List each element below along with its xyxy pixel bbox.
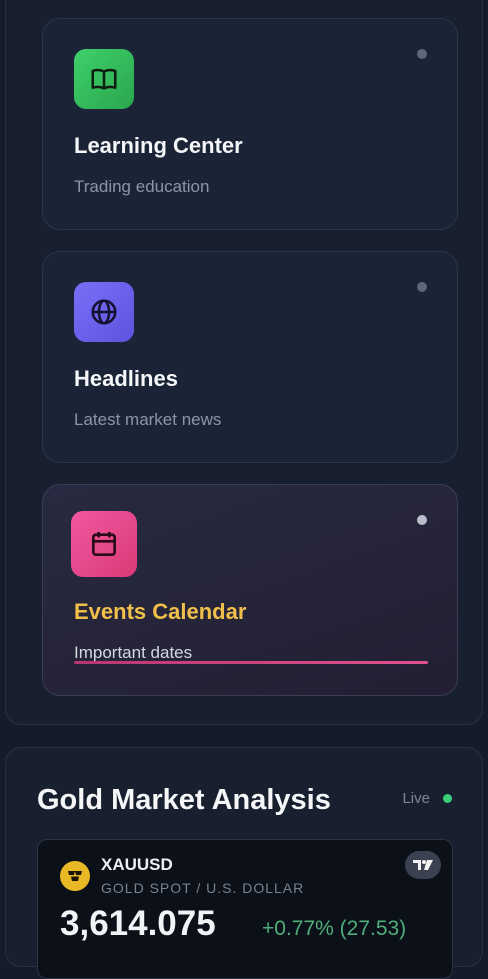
active-underline xyxy=(74,661,428,664)
status-dot xyxy=(417,282,427,292)
status-dot xyxy=(417,515,427,525)
live-label: Live xyxy=(402,790,430,807)
ticker-price: 3,614.075 xyxy=(60,904,216,943)
ticker-symbol: XAUUSD xyxy=(101,855,173,874)
learning-center-card[interactable]: Learning Center Trading education xyxy=(42,18,458,230)
section-title: Gold Market Analysis xyxy=(37,784,331,816)
card-title: Headlines xyxy=(74,366,178,391)
headlines-card[interactable]: Headlines Latest market news xyxy=(42,251,458,463)
card-subtitle: Important dates xyxy=(74,643,193,662)
events-calendar-card[interactable]: Events Calendar Important dates xyxy=(42,484,458,696)
card-subtitle: Latest market news xyxy=(74,410,222,429)
ticker-widget[interactable]: XAUUSD GOLD SPOT / U.S. DOLLAR 3,614.075… xyxy=(37,839,453,979)
card-title: Learning Center xyxy=(74,133,243,158)
status-dot xyxy=(417,49,427,59)
calendar-icon xyxy=(71,511,137,577)
gold-bars-icon xyxy=(60,861,90,891)
book-icon xyxy=(74,49,134,109)
menu-panel: Learning Center Trading education Headli… xyxy=(5,0,483,725)
card-title: Events Calendar xyxy=(74,599,247,624)
live-indicator-icon xyxy=(443,794,452,803)
gold-analysis-panel: Gold Market Analysis Live XAUUSD GOLD SP… xyxy=(5,747,483,979)
tradingview-logo-icon[interactable] xyxy=(405,851,441,879)
globe-icon xyxy=(74,282,134,342)
card-subtitle: Trading education xyxy=(74,177,210,196)
ticker-change: +0.77% (27.53) xyxy=(262,917,407,940)
ticker-description: GOLD SPOT / U.S. DOLLAR xyxy=(101,880,305,896)
